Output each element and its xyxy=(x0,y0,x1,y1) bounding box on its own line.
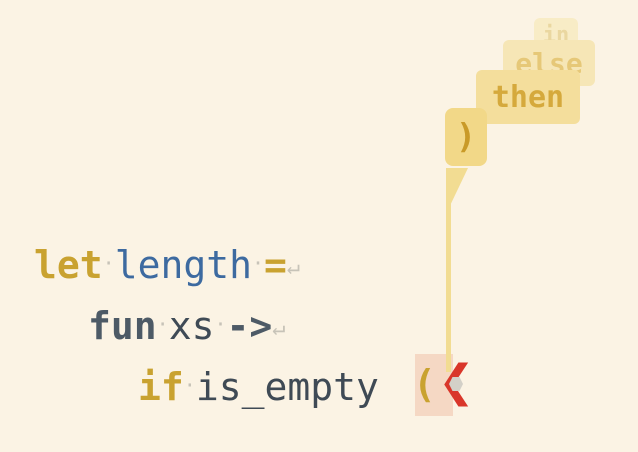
suggestion-then[interactable]: then xyxy=(476,70,580,124)
whitespace-dot: · xyxy=(183,373,196,397)
code-line-2[interactable]: fun·xs·->↵ xyxy=(88,307,286,345)
code-line-1[interactable]: let·length·=↵ xyxy=(34,246,300,284)
identifier-length: length xyxy=(114,243,252,287)
keyword-if: if xyxy=(138,365,184,409)
code-line-3[interactable]: if·is_empty xyxy=(138,368,379,406)
keyword-fun: fun xyxy=(88,304,157,348)
newline-icon: ↵ xyxy=(272,316,286,341)
whitespace-dot: · xyxy=(102,251,115,275)
whitespace-dot: · xyxy=(251,251,265,275)
open-paren: ( xyxy=(413,362,436,406)
newline-icon: ↵ xyxy=(286,255,301,280)
whitespace-dot: · xyxy=(214,312,227,336)
suggestion-stem-wedge xyxy=(446,168,468,214)
identifier-is-empty: is_empty xyxy=(195,365,379,409)
operator-arrow: -> xyxy=(226,304,273,348)
operator-equals: = xyxy=(264,243,287,287)
identifier-xs: xs xyxy=(168,304,215,348)
whitespace-dot: · xyxy=(156,312,169,336)
suggestion-close-paren[interactable]: ) xyxy=(445,108,487,166)
keyword-let: let xyxy=(34,243,103,287)
